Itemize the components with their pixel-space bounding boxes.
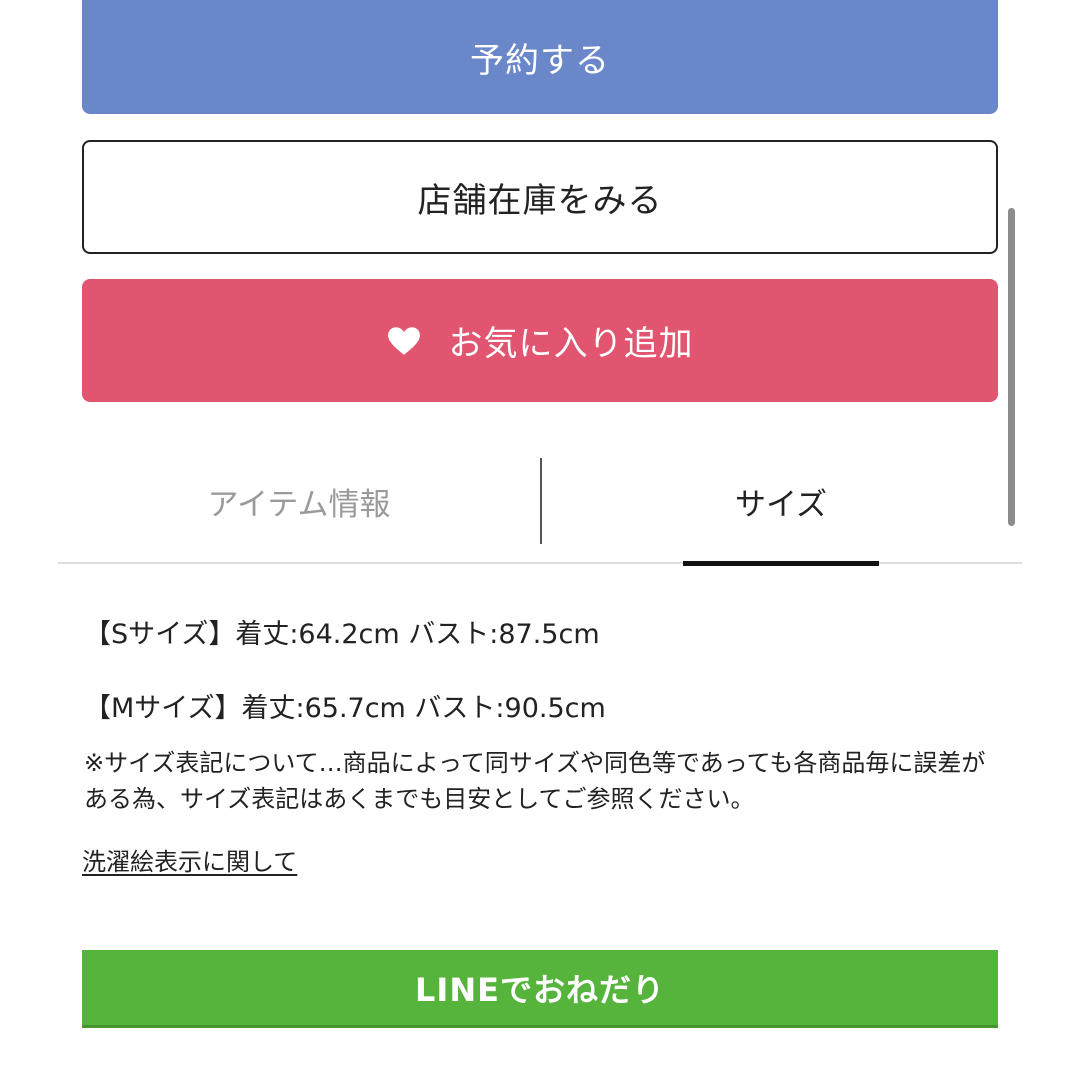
line-request-button-label: LINEでおねだり xyxy=(415,970,665,1009)
tab-item-info[interactable]: アイテム情報 xyxy=(58,458,540,544)
size-s-spec: 【Sサイズ】着丈:64.2cm バスト:87.5cm xyxy=(84,619,600,650)
reserve-button[interactable]: 予約する xyxy=(82,0,998,114)
detail-tabs: アイテム情報 サイズ xyxy=(58,458,1022,566)
add-favorite-button-label: お気に入り追加 xyxy=(448,324,694,364)
add-favorite-button[interactable]: お気に入り追加 xyxy=(82,279,998,402)
store-stock-button[interactable]: 店舗在庫をみる xyxy=(82,140,998,254)
store-stock-button-label: 店舗在庫をみる xyxy=(417,180,663,221)
active-tab-indicator xyxy=(683,561,879,566)
heart-icon xyxy=(387,326,420,355)
size-m-spec: 【Mサイズ】着丈:65.7cm バスト:90.5cm xyxy=(84,693,606,724)
tab-size[interactable]: サイズ xyxy=(540,458,1022,544)
size-note: ※サイズ表記について…商品によって同サイズや同色等であっても各商品毎に誤差がある… xyxy=(84,749,986,813)
scrollbar[interactable] xyxy=(1008,208,1015,526)
line-request-button[interactable]: LINEでおねだり xyxy=(82,950,998,1028)
tab-item-info-label: アイテム情報 xyxy=(207,486,391,523)
wash-label-link[interactable]: 洗濯絵表示に関して xyxy=(82,842,297,877)
tab-size-label: サイズ xyxy=(734,486,828,523)
reserve-button-label: 予約する xyxy=(470,40,610,81)
